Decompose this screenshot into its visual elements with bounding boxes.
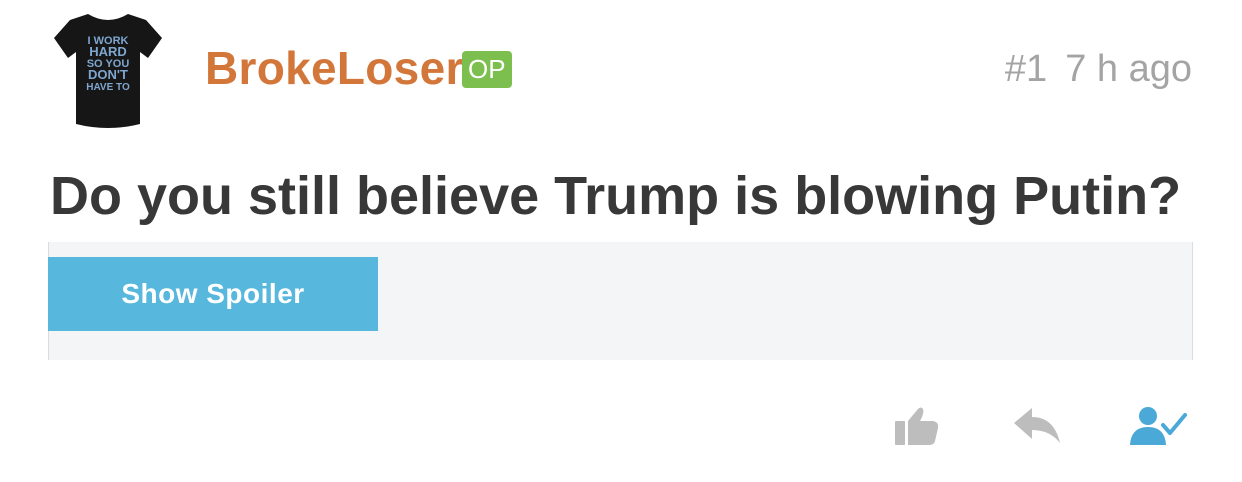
post-time: 7 h ago xyxy=(1065,48,1192,90)
shirt-line: DON'T xyxy=(88,67,128,82)
shirt-line: HAVE TO xyxy=(86,82,130,93)
thumbs-up-icon[interactable] xyxy=(893,405,941,452)
shirt-line: HARD xyxy=(89,44,127,59)
post-number[interactable]: #1 xyxy=(1005,48,1047,90)
tshirt-avatar-icon: I WORK HARD SO YOU DON'T HAVE TO xyxy=(54,14,162,128)
avatar[interactable]: I WORK HARD SO YOU DON'T HAVE TO xyxy=(50,8,166,132)
post-meta: #1 7 h ago xyxy=(1005,46,1192,92)
author-name[interactable]: BrokeLoser xyxy=(205,40,464,96)
reply-icon[interactable] xyxy=(1012,405,1062,452)
show-spoiler-button[interactable]: Show Spoiler xyxy=(48,257,378,331)
follow-user-icon[interactable] xyxy=(1130,405,1188,452)
post-title: Do you still believe Trump is blowing Pu… xyxy=(50,166,1182,226)
op-badge: OP xyxy=(462,51,512,88)
